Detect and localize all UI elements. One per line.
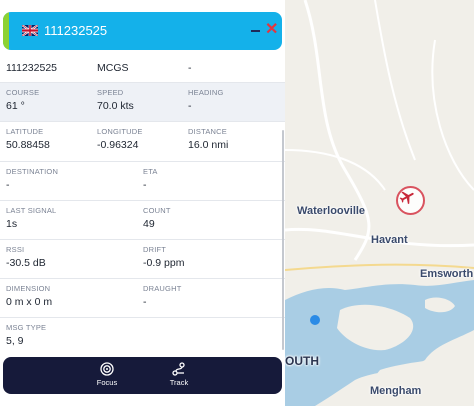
- panel-header: 111232525 ✕: [3, 12, 282, 50]
- draught-label: DRAUGHT: [143, 284, 182, 293]
- place-waterlooville: Waterlooville: [297, 205, 366, 217]
- position-row: LATITUDE 50.88458 LONGITUDE -0.96324 DIS…: [0, 122, 285, 162]
- identity-id: 111232525: [6, 62, 57, 74]
- identity-callsign: MCGS: [97, 62, 129, 74]
- map-canvas: [285, 0, 474, 406]
- header-accent-stripe: [3, 12, 9, 50]
- motion-row: COURSE 61 ° SPEED 70.0 kts HEADING -: [0, 83, 285, 122]
- longitude-value: -0.96324: [97, 139, 139, 151]
- msg-type-value: 5, 9: [6, 335, 24, 347]
- count-field: COUNT 49: [143, 206, 171, 230]
- signal-row: LAST SIGNAL 1s COUNT 49: [0, 201, 285, 240]
- eta-value: -: [143, 179, 147, 191]
- latitude-label: LATITUDE: [6, 127, 44, 136]
- aircraft-marker[interactable]: [396, 186, 425, 215]
- drift-field: DRIFT -0.9 ppm: [143, 245, 184, 269]
- panel-title: 111232525: [44, 23, 108, 38]
- drift-label: DRIFT: [143, 245, 167, 254]
- speed-label: SPEED: [97, 88, 124, 97]
- eta-label: ETA: [143, 167, 158, 176]
- longitude-field: LONGITUDE -0.96324: [97, 127, 143, 151]
- draught-field: DRAUGHT -: [143, 284, 181, 308]
- count-label: COUNT: [143, 206, 171, 215]
- msg-type-label: MSG TYPE: [6, 323, 47, 332]
- msg-type-row: MSG TYPE 5, 9: [0, 318, 285, 354]
- place-mengham: Mengham: [370, 385, 422, 397]
- rssi-row: RSSI -30.5 dB DRIFT -0.9 ppm: [0, 240, 285, 279]
- speed-value: 70.0 kts: [97, 100, 134, 112]
- track-button[interactable]: Track: [154, 360, 204, 392]
- speed-field: SPEED 70.0 kts: [97, 88, 134, 112]
- close-icon[interactable]: ✕: [265, 20, 278, 40]
- latitude-value: 50.88458: [6, 139, 50, 151]
- draught-value: -: [143, 296, 147, 308]
- rssi-field: RSSI -30.5 dB: [6, 245, 46, 269]
- place-south: OUTH: [285, 354, 319, 368]
- uk-flag-icon: [22, 25, 38, 36]
- identity-other: -: [188, 62, 192, 74]
- place-emsworth: Emsworth: [420, 268, 474, 280]
- course-field: COURSE 61 °: [6, 88, 39, 112]
- count-value: 49: [143, 218, 155, 230]
- map-view[interactable]: Waterlooville Havant Emsworth OUTH Mengh…: [285, 0, 474, 406]
- vessel-info-panel: 111232525 ✕ 111232525 MCGS - COURSE 61 °…: [0, 0, 285, 406]
- heading-label: HEADING: [188, 88, 224, 97]
- heading-value: -: [188, 100, 192, 112]
- course-label: COURSE: [6, 88, 40, 97]
- panel-scrollbar[interactable]: [282, 130, 284, 350]
- eta-field: ETA -: [143, 167, 158, 191]
- heading-field: HEADING -: [188, 88, 224, 112]
- destination-label: DESTINATION: [6, 167, 59, 176]
- bottom-action-bar: Focus Track: [3, 357, 282, 394]
- track-label: Track: [169, 378, 189, 387]
- airplane-icon: [399, 191, 414, 205]
- focus-button[interactable]: Focus: [82, 360, 132, 392]
- destination-row: DESTINATION - ETA -: [0, 162, 285, 201]
- identity-row: 111232525 MCGS -: [0, 53, 285, 83]
- minimize-icon[interactable]: [251, 25, 261, 35]
- last-signal-value: 1s: [6, 218, 18, 230]
- dimension-row: DIMENSION 0 m x 0 m DRAUGHT -: [0, 279, 285, 318]
- location-marker[interactable]: [310, 315, 320, 325]
- target-icon: [100, 362, 114, 376]
- destination-value: -: [6, 179, 10, 191]
- route-icon: [172, 362, 185, 376]
- distance-label: DISTANCE: [188, 127, 227, 136]
- rssi-label: RSSI: [6, 245, 25, 254]
- dimension-value: 0 m x 0 m: [6, 296, 53, 308]
- drift-value: -0.9 ppm: [143, 257, 185, 269]
- rssi-value: -30.5 dB: [6, 257, 46, 269]
- place-havant: Havant: [371, 234, 408, 246]
- last-signal-field: LAST SIGNAL 1s: [6, 206, 56, 230]
- focus-label: Focus: [96, 378, 118, 387]
- dimension-field: DIMENSION 0 m x 0 m: [6, 284, 52, 308]
- distance-value: 16.0 nmi: [188, 139, 229, 151]
- distance-field: DISTANCE 16.0 nmi: [188, 127, 228, 151]
- last-signal-label: LAST SIGNAL: [6, 206, 57, 215]
- course-value: 61 °: [6, 100, 25, 112]
- latitude-field: LATITUDE 50.88458: [6, 127, 50, 151]
- longitude-label: LONGITUDE: [97, 127, 143, 136]
- dimension-label: DIMENSION: [6, 284, 51, 293]
- msg-type-field: MSG TYPE 5, 9: [6, 323, 46, 347]
- destination-field: DESTINATION -: [6, 167, 58, 191]
